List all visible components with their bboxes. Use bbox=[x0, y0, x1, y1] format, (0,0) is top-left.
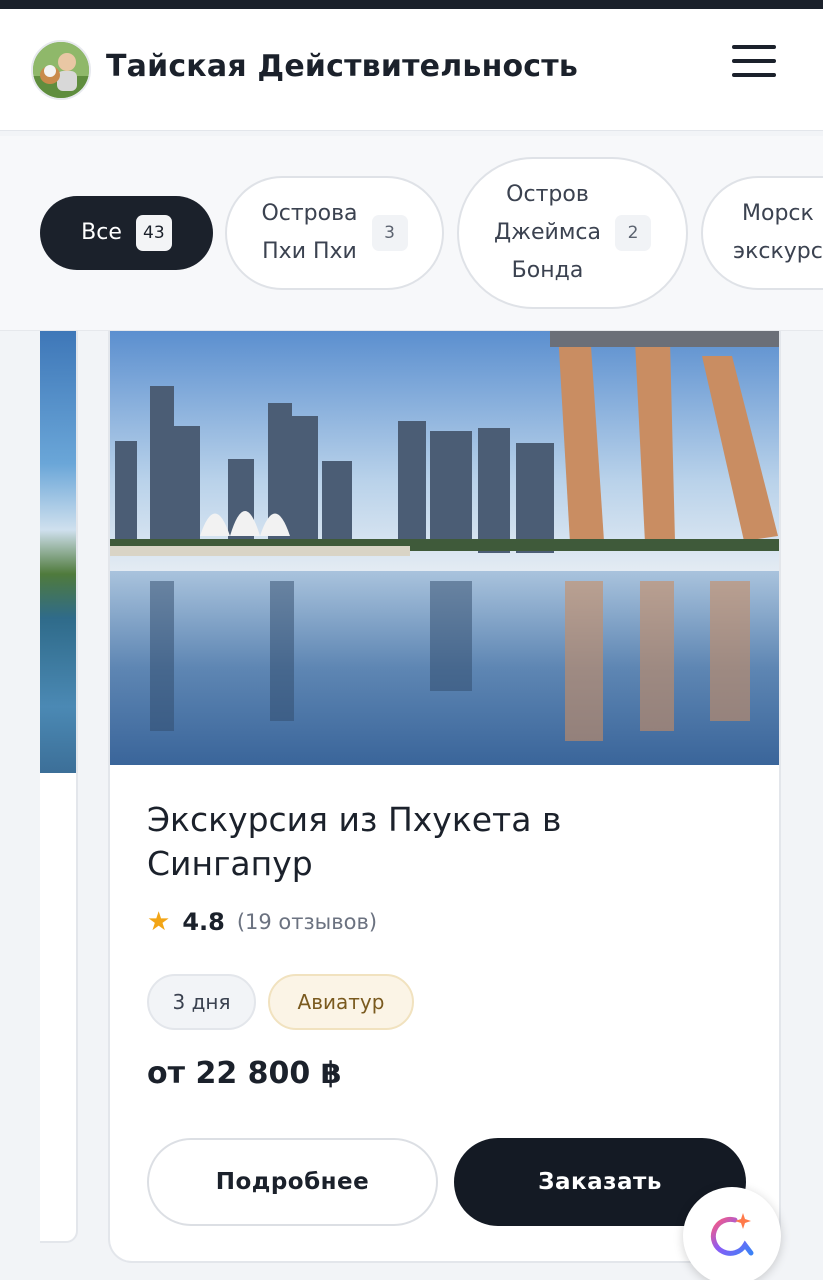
filter-chip-count: 3 bbox=[371, 215, 408, 251]
menu-icon bbox=[732, 45, 776, 49]
filter-chip-james-bond[interactable]: Остров Джеймса Бонда 2 bbox=[457, 157, 688, 309]
chat-assistant-icon bbox=[710, 1213, 754, 1256]
details-button[interactable]: Подробнее bbox=[147, 1138, 438, 1226]
filter-chip-label: Все bbox=[81, 220, 122, 245]
filter-chip-label: Острова Пхи Пхи bbox=[261, 201, 358, 264]
menu-button[interactable] bbox=[728, 41, 780, 81]
site-title[interactable]: Тайская Действительность bbox=[106, 49, 578, 84]
filter-chip-count: 43 bbox=[135, 215, 172, 251]
tour-title[interactable]: Экскурсия из Пхукета в Сингапур bbox=[147, 798, 707, 886]
category-filter-bar: Все 43 Острова Пхи Пхи 3 Остров Джеймса … bbox=[0, 136, 823, 331]
filter-chip-count: 2 bbox=[615, 215, 651, 251]
status-bar bbox=[0, 0, 823, 9]
duration-badge: 3 дня bbox=[147, 974, 256, 1030]
filter-chip-label: Морск экскурс bbox=[733, 201, 823, 264]
operator-badge: Авиатур bbox=[268, 974, 414, 1030]
filter-chip-all[interactable]: Все 43 bbox=[40, 196, 213, 270]
chat-assistant-button[interactable] bbox=[683, 1187, 781, 1280]
filter-chip-sea-excursions[interactable]: Морск экскурс bbox=[701, 176, 823, 290]
review-count: (19 отзывов) bbox=[236, 910, 378, 934]
site-logo-avatar[interactable] bbox=[31, 40, 91, 100]
tour-card: Экскурсия из Пхукета в Сингапур ★ 4.8 (1… bbox=[108, 331, 781, 1263]
site-header: Тайская Действительность bbox=[0, 9, 823, 131]
previous-tour-image bbox=[40, 331, 76, 773]
rating-value: 4.8 bbox=[182, 908, 225, 936]
star-icon: ★ bbox=[147, 907, 171, 937]
tour-price: от 22 800 ฿ bbox=[147, 1056, 342, 1091]
filter-chip-label: Остров Джеймса Бонда bbox=[493, 182, 601, 283]
tour-rating: ★ 4.8 (19 отзывов) bbox=[147, 907, 377, 937]
previous-tour-card[interactable] bbox=[40, 331, 78, 1243]
filter-chip-phi-phi[interactable]: Острова Пхи Пхи 3 bbox=[225, 176, 444, 290]
avatar-image bbox=[33, 42, 89, 98]
tour-image-singapore[interactable] bbox=[110, 331, 781, 765]
